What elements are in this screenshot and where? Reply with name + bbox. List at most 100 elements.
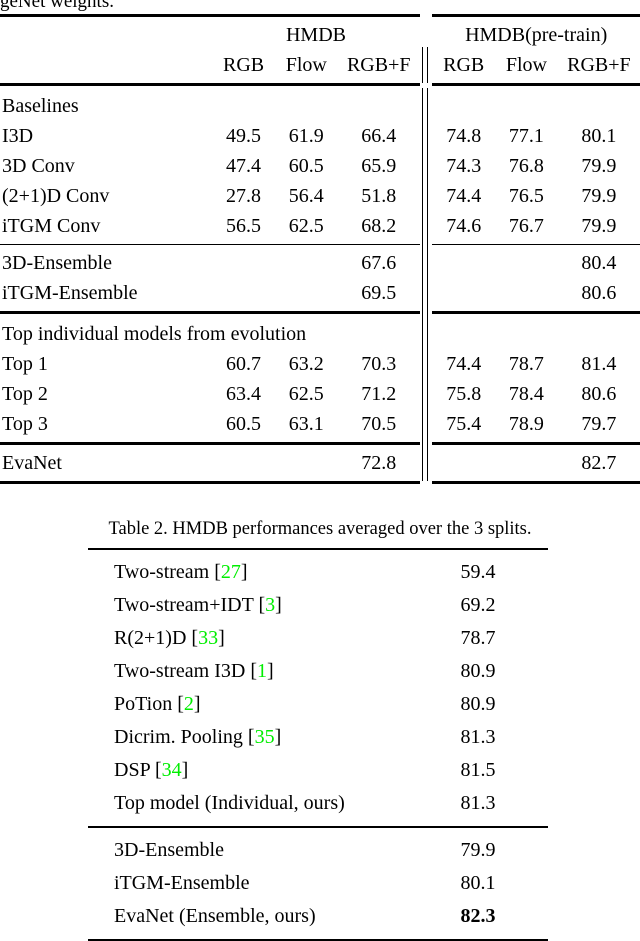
- citation-number[interactable]: 3: [265, 594, 275, 616]
- group-header-hmdb-pretrain: HMDB(pre-train): [465, 24, 608, 46]
- cell-flow-2: [495, 448, 558, 478]
- table-row: iTGM-Ensemble 69.5 80.6: [0, 275, 640, 311]
- cell-rgb-2: [432, 248, 495, 278]
- row-label-cell: Dicrim. Pooling [35]: [114, 726, 282, 748]
- cell-flow-2: [495, 278, 558, 308]
- cell-rgbf-2: 79.9: [581, 155, 617, 177]
- citation-number[interactable]: 35: [255, 726, 275, 748]
- column-header-rgb-2: RGB: [443, 54, 485, 76]
- method-name: Two-stream: [114, 561, 210, 583]
- cell-flow-1: [275, 278, 338, 308]
- column-separator: [420, 275, 433, 311]
- row-label: 3D-Ensemble: [2, 252, 112, 274]
- method-name: PoTion: [114, 693, 173, 715]
- list-item: Dicrim. Pooling [35] 81.3: [88, 721, 548, 754]
- accuracy-value: 80.9: [460, 693, 496, 715]
- method-name: EvaNet (Ensemble, ours): [114, 905, 316, 927]
- column-header-flow-1: Flow: [285, 54, 327, 76]
- cell-rgbf-1: 70.5: [361, 413, 397, 435]
- cell-rgb-1: 47.4: [226, 155, 262, 177]
- cell-rgb-2: 74.8: [446, 125, 482, 147]
- citation-number[interactable]: 1: [257, 660, 267, 682]
- cell-flow-2: 78.9: [508, 413, 544, 435]
- cell-rgbf-2: 80.6: [581, 383, 617, 405]
- citation-number[interactable]: 2: [184, 693, 194, 715]
- table-row: EvaNet 72.8 82.7: [0, 445, 640, 481]
- list-item: Two-stream I3D [1] 80.9: [88, 655, 548, 688]
- cell-rgb-1: 56.5: [226, 215, 262, 237]
- section-heading-top-models: Top individual models from evolution: [2, 323, 307, 345]
- list-item: R(2+1)D [33] 78.7: [88, 622, 548, 655]
- column-separator: [420, 208, 433, 244]
- list-item: DSP [34] 81.5: [88, 754, 548, 787]
- accuracy-value: 59.4: [460, 561, 496, 583]
- table-bottom-rule: [0, 481, 640, 484]
- cell-rgb-1: 49.5: [226, 125, 262, 147]
- cell-rgb-1: [212, 248, 275, 278]
- column-separator: [420, 20, 433, 50]
- column-separator: [420, 376, 433, 412]
- cell-flow-1: 62.5: [288, 215, 324, 237]
- cell-rgbf-2: 81.4: [581, 353, 617, 375]
- cell-rgbf-1: 70.3: [361, 353, 397, 375]
- accuracy-value: 81.3: [460, 792, 496, 814]
- table-row: Top 2 63.4 62.5 71.2 75.8 78.4 80.6: [0, 376, 640, 412]
- column-separator: [420, 47, 433, 83]
- accuracy-value: 82.3: [460, 905, 496, 927]
- cell-flow-1: 56.4: [288, 185, 324, 207]
- column-header-flow-2: Flow: [505, 54, 547, 76]
- cell-flow-2: 78.7: [508, 353, 544, 375]
- group-header-hmdb: HMDB: [285, 24, 346, 46]
- row-label-cell: R(2+1)D [33]: [114, 627, 225, 649]
- list-item: Two-stream+IDT [3] 69.2: [88, 589, 548, 622]
- cell-rgbf-2: 79.7: [581, 413, 617, 435]
- cell-rgb-1: 60.5: [226, 413, 262, 435]
- method-name: iTGM-Ensemble: [114, 872, 250, 894]
- cell-rgb-2: 74.6: [446, 215, 482, 237]
- column-header-rgbf-2: RGB+F: [567, 54, 631, 76]
- row-label-cell: Top model (Individual, ours): [88, 787, 408, 820]
- cell-rgbf-1: 69.5: [361, 282, 397, 304]
- table-row: Top 3 60.5 63.1 70.5 75.4 78.9 79.7: [0, 406, 640, 442]
- accuracy-value: 80.1: [460, 872, 496, 894]
- table-2: HMDB HMDB(pre-train) RGB Flow RGB+F RGB …: [0, 14, 640, 484]
- column-separator: [420, 148, 433, 184]
- accuracy-value: 78.7: [460, 627, 496, 649]
- cell-flow-1: 61.9: [288, 125, 324, 147]
- column-separator: [420, 88, 433, 124]
- citation-number[interactable]: 27: [221, 561, 241, 583]
- cell-rgbf-1: 72.8: [361, 452, 397, 474]
- row-label-cell: Two-stream+IDT [3]: [114, 594, 282, 616]
- accuracy-value: 79.9: [460, 839, 496, 861]
- cell-rgb-2: 75.4: [446, 413, 482, 435]
- row-label: EvaNet: [2, 452, 62, 474]
- column-header-rgbf-1: RGB+F: [346, 54, 411, 76]
- cell-flow-2: 77.1: [508, 125, 544, 147]
- cell-flow-1: 63.2: [288, 353, 324, 375]
- cell-rgb-1: [212, 448, 275, 478]
- citation-number[interactable]: 34: [162, 759, 182, 781]
- cell-rgb-1: 60.7: [226, 353, 262, 375]
- citation-number[interactable]: 33: [198, 627, 218, 649]
- cell-flow-1: 60.5: [288, 155, 324, 177]
- cell-rgbf-2: 80.4: [581, 252, 617, 274]
- table-2-container: HMDB HMDB(pre-train) RGB Flow RGB+F RGB …: [0, 14, 640, 484]
- accuracy-value: 69.2: [460, 594, 496, 616]
- row-label: Top 1: [2, 353, 48, 375]
- table-2-caption: Table 2. HMDB performances averaged over…: [108, 519, 532, 539]
- list-item: EvaNet (Ensemble, ours) 82.3: [88, 900, 548, 933]
- cell-rgbf-2: 79.9: [581, 185, 617, 207]
- table-3: Two-stream [27] 59.4 Two-stream+IDT [3] …: [88, 548, 548, 941]
- cell-flow-1: 62.5: [288, 383, 324, 405]
- column-header-blank: [0, 50, 212, 80]
- cell-rgbf-1: 66.4: [361, 125, 397, 147]
- cell-flow-2: [495, 248, 558, 278]
- cell-rgbf-2: 80.1: [581, 125, 617, 147]
- accuracy-value: 81.5: [460, 759, 496, 781]
- column-separator: [420, 346, 433, 382]
- row-label: Top 3: [2, 413, 48, 435]
- row-label-cell: Two-stream I3D [1]: [114, 660, 274, 682]
- list-item: iTGM-Ensemble 80.1: [88, 867, 548, 900]
- cell-rgb-2: [432, 448, 495, 478]
- table-3-container: Two-stream [27] 59.4 Two-stream+IDT [3] …: [88, 548, 548, 941]
